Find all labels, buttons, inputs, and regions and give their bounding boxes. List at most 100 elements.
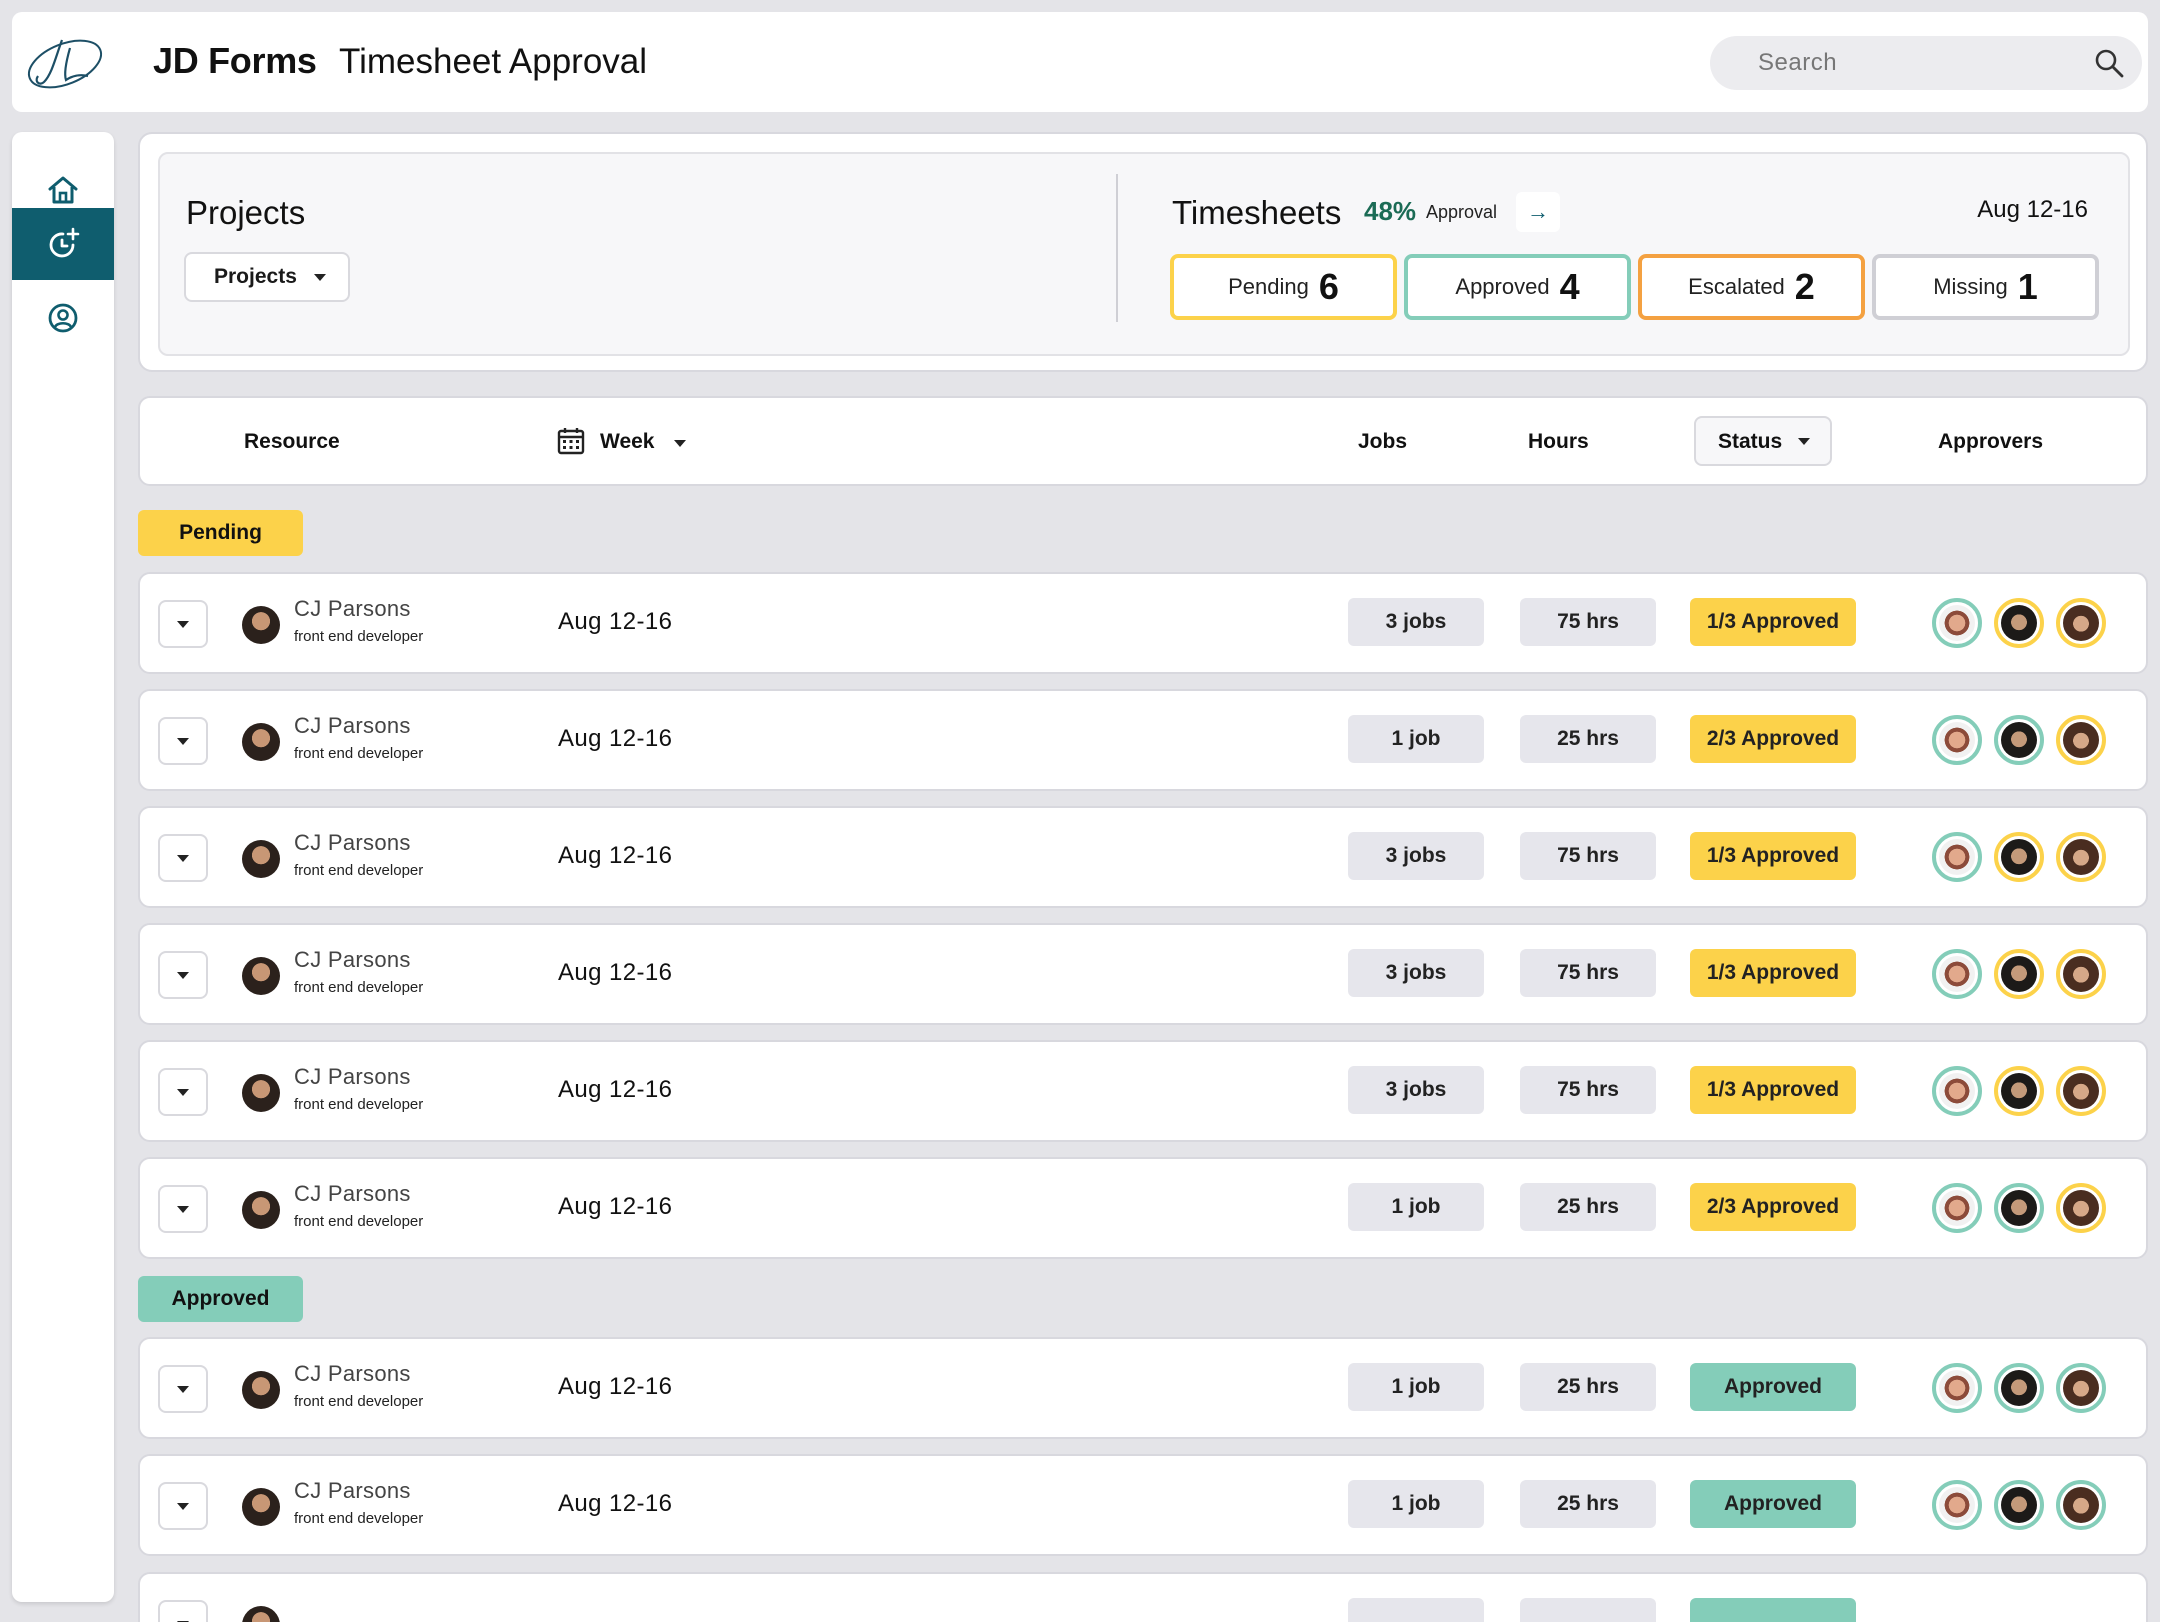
- table-row[interactable]: CJ Parsons front end developer Aug 12-16…: [138, 689, 2148, 791]
- expand-button[interactable]: [158, 1482, 208, 1530]
- jobs-pill[interactable]: 3 jobs: [1348, 598, 1484, 646]
- projects-dropdown[interactable]: Projects: [184, 252, 350, 302]
- stat-missing[interactable]: Missing 1: [1872, 254, 2099, 320]
- status-pill[interactable]: 1/3 Approved: [1690, 949, 1856, 997]
- hours-pill[interactable]: 25 hrs: [1520, 1363, 1656, 1411]
- expand-button[interactable]: [158, 1600, 208, 1622]
- approver-avatar[interactable]: [1994, 1066, 2044, 1116]
- status-pill[interactable]: 1/3 Approved: [1690, 832, 1856, 880]
- approver-avatar[interactable]: [1994, 832, 2044, 882]
- jobs-pill[interactable]: 1 job: [1348, 715, 1484, 763]
- jobs-pill[interactable]: 1 job: [1348, 1363, 1484, 1411]
- jobs-pill[interactable]: 3 jobs: [1348, 1066, 1484, 1114]
- stat-approved[interactable]: Approved 4: [1404, 254, 1631, 320]
- approver-avatar[interactable]: [1932, 949, 1982, 999]
- hours-pill[interactable]: 25 hrs: [1520, 1183, 1656, 1231]
- resource-name[interactable]: CJ Parsons: [294, 1478, 411, 1504]
- approver-avatar[interactable]: [1994, 598, 2044, 648]
- status-pill[interactable]: 1/3 Approved: [1690, 598, 1856, 646]
- section-label-approved: Approved: [138, 1276, 303, 1322]
- expand-button[interactable]: [158, 834, 208, 882]
- expand-button[interactable]: [158, 951, 208, 999]
- table-row[interactable]: CJ Parsons front end developer Aug 12-16…: [138, 1454, 2148, 1556]
- stat-label: Pending: [1228, 274, 1309, 299]
- approver-avatar[interactable]: [1994, 1183, 2044, 1233]
- status-pill[interactable]: 2/3 Approved: [1690, 715, 1856, 763]
- app-header: JD Forms Timesheet Approval Search: [12, 12, 2148, 112]
- table-row[interactable]: CJ Parsons front end developer Aug 12-16…: [138, 1157, 2148, 1259]
- approver-avatar[interactable]: [2056, 1066, 2106, 1116]
- search-input[interactable]: Search: [1710, 36, 2142, 90]
- status-pill[interactable]: Approved: [1690, 1480, 1856, 1528]
- approver-avatar[interactable]: [2056, 598, 2106, 648]
- status-pill[interactable]: Approved: [1690, 1363, 1856, 1411]
- hours-pill[interactable]: 75 hrs: [1520, 1066, 1656, 1114]
- expand-button[interactable]: [158, 1185, 208, 1233]
- hours-pill[interactable]: 75 hrs: [1520, 832, 1656, 880]
- expand-button[interactable]: [158, 1068, 208, 1116]
- resource-name[interactable]: CJ Parsons: [294, 1064, 411, 1090]
- resource-name[interactable]: CJ Parsons: [294, 1181, 411, 1207]
- table-row[interactable]: CJ Parsons front end developer Aug 12-16…: [138, 1337, 2148, 1439]
- resource-role: front end developer: [294, 1393, 424, 1410]
- jobs-pill[interactable]: 1 job: [1348, 1480, 1484, 1528]
- approver-avatar[interactable]: [2056, 1183, 2106, 1233]
- hours-pill[interactable]: 75 hrs: [1520, 949, 1656, 997]
- approver-avatar[interactable]: [2056, 715, 2106, 765]
- approval-label: Approval: [1426, 202, 1498, 222]
- stat-escalated[interactable]: Escalated 2: [1638, 254, 1865, 320]
- jobs-pill[interactable]: 3 jobs: [1348, 832, 1484, 880]
- table-row[interactable]: [138, 1572, 2148, 1622]
- approver-avatar[interactable]: [1932, 1363, 1982, 1413]
- approver-avatar[interactable]: [1994, 1363, 2044, 1413]
- avatar: [242, 1371, 280, 1409]
- hours-pill[interactable]: 25 hrs: [1520, 715, 1656, 763]
- jd-forms-logo[interactable]: [22, 26, 108, 98]
- week-range: Aug 12-16: [558, 1193, 673, 1220]
- sidebar-item-profile[interactable]: [12, 282, 114, 354]
- expand-button[interactable]: [158, 1365, 208, 1413]
- resource-name[interactable]: CJ Parsons: [294, 713, 411, 739]
- status-pill[interactable]: 2/3 Approved: [1690, 1183, 1856, 1231]
- hours-pill[interactable]: 75 hrs: [1520, 598, 1656, 646]
- week-range: Aug 12-16: [558, 959, 673, 986]
- table-row[interactable]: CJ Parsons front end developer Aug 12-16…: [138, 923, 2148, 1025]
- status-filter-dropdown[interactable]: Status: [1694, 416, 1832, 466]
- table-row[interactable]: CJ Parsons front end developer Aug 12-16…: [138, 806, 2148, 908]
- search-icon[interactable]: [2094, 48, 2124, 78]
- approver-avatar[interactable]: [1932, 832, 1982, 882]
- table-row[interactable]: CJ Parsons front end developer Aug 12-16…: [138, 572, 2148, 674]
- avatar: [1939, 722, 1975, 758]
- sidebar-item-timesheets[interactable]: [12, 208, 114, 280]
- resource-role: front end developer: [294, 745, 424, 762]
- arrow-right-icon[interactable]: →: [1516, 192, 1560, 232]
- approver-avatar[interactable]: [2056, 832, 2106, 882]
- approver-avatar[interactable]: [2056, 1363, 2106, 1413]
- approver-avatar[interactable]: [1932, 715, 1982, 765]
- approver-avatar[interactable]: [1994, 1480, 2044, 1530]
- table-row[interactable]: CJ Parsons front end developer Aug 12-16…: [138, 1040, 2148, 1142]
- expand-button[interactable]: [158, 600, 208, 648]
- approver-avatar[interactable]: [2056, 949, 2106, 999]
- column-week[interactable]: Week: [600, 430, 654, 454]
- jobs-pill[interactable]: 1 job: [1348, 1183, 1484, 1231]
- status-pill[interactable]: 1/3 Approved: [1690, 1066, 1856, 1114]
- chevron-down-icon: [1798, 438, 1810, 445]
- approver-avatar[interactable]: [1932, 598, 1982, 648]
- approver-avatar[interactable]: [2056, 1480, 2106, 1530]
- chevron-down-icon[interactable]: [674, 440, 686, 447]
- approver-avatar[interactable]: [1994, 949, 2044, 999]
- resource-name[interactable]: CJ Parsons: [294, 1361, 411, 1387]
- approver-avatar[interactable]: [1932, 1066, 1982, 1116]
- resource-name[interactable]: CJ Parsons: [294, 596, 411, 622]
- expand-button[interactable]: [158, 717, 208, 765]
- jobs-pill[interactable]: 3 jobs: [1348, 949, 1484, 997]
- resource-name[interactable]: CJ Parsons: [294, 947, 411, 973]
- stat-pending[interactable]: Pending 6: [1170, 254, 1397, 320]
- approver-avatar[interactable]: [1932, 1480, 1982, 1530]
- approver-avatar[interactable]: [1994, 715, 2044, 765]
- approver-avatar[interactable]: [1932, 1183, 1982, 1233]
- resource-name[interactable]: CJ Parsons: [294, 830, 411, 856]
- timesheets-title: Timesheets: [1172, 194, 1342, 231]
- hours-pill[interactable]: 25 hrs: [1520, 1480, 1656, 1528]
